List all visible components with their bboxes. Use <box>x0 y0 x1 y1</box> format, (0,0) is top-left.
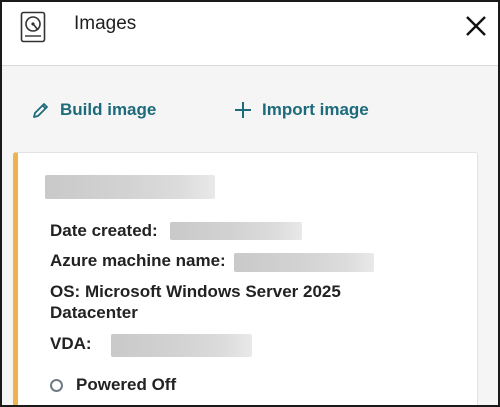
action-bar: Build image Import image <box>2 68 498 150</box>
azure-machine-value-redacted <box>234 253 374 272</box>
build-image-button[interactable]: Build image <box>32 98 156 122</box>
import-image-button[interactable]: Import image <box>234 98 369 122</box>
vda-row: VDA: <box>50 333 92 355</box>
date-created-label: Date created: <box>50 221 158 240</box>
image-card[interactable]: Date created: Azure machine name: OS: Mi… <box>13 152 478 405</box>
close-icon <box>466 16 486 36</box>
os-line-1: OS: Microsoft Windows Server 2025 <box>50 282 341 301</box>
status-row: Powered Off <box>50 375 176 395</box>
plus-icon <box>235 102 251 118</box>
os-line-2: Datacenter <box>50 303 138 322</box>
disk-image-icon <box>20 11 46 43</box>
azure-machine-label: Azure machine name: <box>50 251 226 270</box>
panel-header: Images <box>2 2 498 66</box>
date-created-value-redacted <box>170 222 302 240</box>
status-badge: Powered Off <box>76 375 177 394</box>
date-created-row: Date created: <box>50 220 158 242</box>
page-title: Images <box>74 13 137 34</box>
pencil-icon <box>33 103 48 118</box>
image-name-redacted <box>45 175 215 199</box>
close-button[interactable] <box>462 12 490 40</box>
azure-machine-row: Azure machine name: <box>50 250 226 272</box>
vda-label: VDA: <box>50 334 92 353</box>
import-image-label: Import image <box>262 100 369 119</box>
status-dot-icon <box>50 378 63 392</box>
images-panel: Images Build image Import image Date cre… <box>0 0 500 407</box>
build-image-label: Build image <box>60 100 157 119</box>
vda-value-redacted <box>111 334 252 357</box>
